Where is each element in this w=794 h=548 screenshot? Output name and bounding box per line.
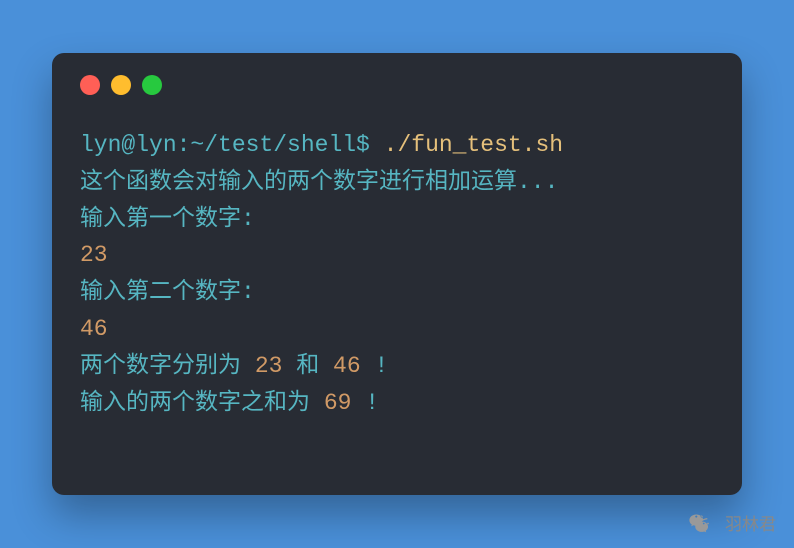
close-icon[interactable] — [80, 75, 100, 95]
user-input: 23 — [80, 242, 108, 268]
output-line: 两个数字分别为 — [80, 353, 255, 379]
output-line: 这个函数会对输入的两个数字进行相加运算... — [80, 169, 558, 195]
output-value: 23 — [255, 353, 283, 379]
shell-prompt: lyn@lyn:~/test/shell$ — [80, 132, 384, 158]
user-input: 46 — [80, 316, 108, 342]
terminal-window: lyn@lyn:~/test/shell$ ./fun_test.sh 这个函数… — [52, 53, 742, 495]
watermark: 羽林君 — [689, 508, 776, 536]
output-line: 输入第二个数字: — [80, 279, 269, 305]
output-line: ! — [351, 390, 379, 416]
window-titlebar — [80, 75, 714, 95]
shell-command: ./fun_test.sh — [384, 132, 563, 158]
output-line: 输入的两个数字之和为 — [80, 390, 324, 416]
output-line: ! — [361, 353, 389, 379]
watermark-text: 羽林君 — [725, 510, 776, 535]
output-line: 和 — [282, 353, 333, 379]
output-value: 46 — [333, 353, 361, 379]
output-line: 输入第一个数字: — [80, 206, 269, 232]
wechat-icon — [689, 508, 717, 536]
minimize-icon[interactable] — [111, 75, 131, 95]
terminal-output[interactable]: lyn@lyn:~/test/shell$ ./fun_test.sh 这个函数… — [80, 127, 714, 421]
maximize-icon[interactable] — [142, 75, 162, 95]
output-value: 69 — [324, 390, 352, 416]
